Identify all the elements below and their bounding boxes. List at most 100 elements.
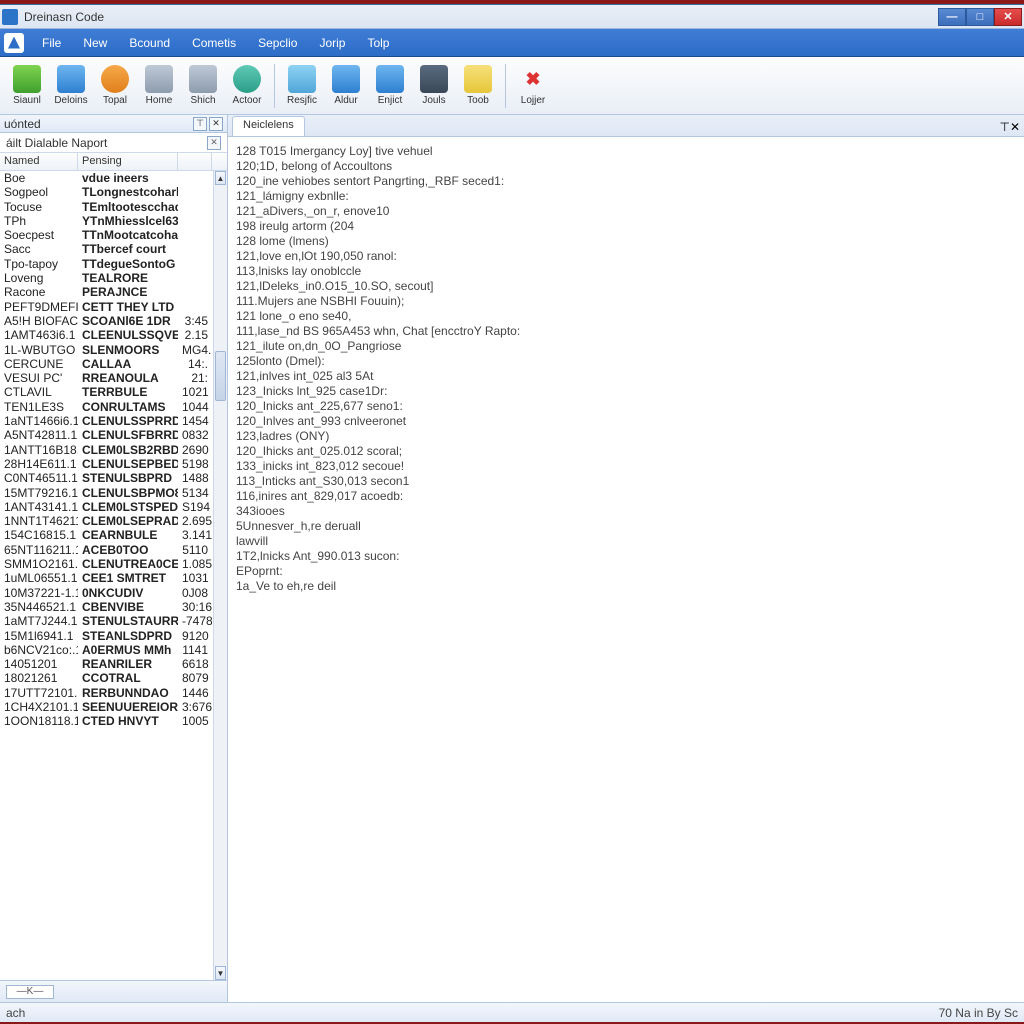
table-row[interactable]: 14051201REANRILER6618 — [0, 657, 213, 671]
tool-aldur[interactable]: Aldur — [325, 60, 367, 112]
tool-aldur-icon — [332, 65, 360, 93]
table-row[interactable]: SMM1O2161.1CLENUTREA0CER1.085 — [0, 557, 213, 571]
scroll-down-icon[interactable]: ▼ — [215, 966, 226, 980]
table-row[interactable]: TEN1LE3SCONRULTAMS1044 — [0, 400, 213, 414]
table-row[interactable]: b6NCV21co:.1A0ERMUS MMh1141 — [0, 643, 213, 657]
tool-siaunl[interactable]: Siaunl — [6, 60, 48, 112]
table-row[interactable]: VESUI PC'RREANOULA21: — [0, 371, 213, 385]
table-row[interactable]: 1L-WBUTGOSLENMOORSMG4. — [0, 343, 213, 357]
table-row[interactable]: 1NNT1T46211.1CLEM0LSEPRAD2.695 — [0, 514, 213, 528]
table-cell: 1021 — [178, 385, 212, 399]
table-row[interactable]: 35N446521.1CBENVIBE30:16 — [0, 600, 213, 614]
tool-actoor-icon — [233, 65, 261, 93]
table-row[interactable]: 1uML06551.1CEE1 SMTRET1031 — [0, 571, 213, 585]
table-cell: CTED HNVYT — [78, 714, 178, 728]
table-row[interactable]: PEFT9DMEFICETT THEY LTD POTES — [0, 300, 213, 314]
tool-resjfic[interactable]: Resjfic — [281, 60, 323, 112]
table-row[interactable]: TocuseTEmltootescchadinD — [0, 200, 213, 214]
table-cell: REANRILER — [78, 657, 178, 671]
bottom-button[interactable]: —K— — [6, 985, 54, 999]
panel-pin-icon[interactable]: ⊤ — [193, 117, 207, 131]
table-row[interactable]: 1ANTT16B18.1CLEM0LSB2RBD2690 — [0, 443, 213, 457]
table-row[interactable]: RaconePERAJNCE — [0, 285, 213, 299]
tool-home[interactable]: Home — [138, 60, 180, 112]
menu-new[interactable]: New — [73, 32, 117, 54]
tool-jouls[interactable]: Jouls — [413, 60, 455, 112]
table-row[interactable]: 10M37221-1.10NKCUDIV0J08 — [0, 586, 213, 600]
tab-pin-icon[interactable]: ⊤ — [999, 120, 1009, 134]
tool-shich-icon — [189, 65, 217, 93]
table-row[interactable]: TPhYTnMhiesslcel63M — [0, 214, 213, 228]
table-row[interactable]: CTLAVILTERRBULE1021 — [0, 385, 213, 399]
table-cell: CLENULSEPBED — [78, 457, 178, 471]
table-row[interactable]: 1CH4X2101.1SEENUUEREIOR3:676 — [0, 700, 213, 714]
tool-topal[interactable]: Topal — [94, 60, 136, 112]
tab-close-icon[interactable]: ✕ — [1010, 120, 1020, 134]
table-row[interactable]: 1ANT43141.1CLEM0LSTSPEDS194 — [0, 500, 213, 514]
table-cell: 1488 — [178, 471, 212, 485]
col-value[interactable] — [178, 153, 212, 170]
window-title: Dreinasn Code — [24, 10, 938, 24]
table-row[interactable]: 1OON18118.1CTED HNVYT1005 — [0, 714, 213, 728]
minimize-button[interactable]: — — [938, 8, 966, 26]
table-row[interactable]: C0NT46511.1STENULSBPRD1488 — [0, 471, 213, 485]
table-cell: 2690 — [178, 443, 212, 457]
table-cell — [178, 185, 212, 199]
tab-neiclelens[interactable]: Neiclelens — [232, 116, 305, 136]
app-icon — [2, 9, 18, 25]
table-cell: CALLAA — [78, 357, 178, 371]
scroll-up-icon[interactable]: ▲ — [215, 171, 226, 185]
table-cell: 1454 — [178, 414, 212, 428]
table-row[interactable]: 1AMT463i6.1CLEENULSSQVEBl2.15 — [0, 328, 213, 342]
code-line: 120_Inlves ant_993 cnlveeronet — [236, 414, 1016, 429]
menu-tolp[interactable]: Tolp — [357, 32, 399, 54]
tool-enjict[interactable]: Enjict — [369, 60, 411, 112]
status-bar: ach 70 Na in By Sc — [0, 1002, 1024, 1022]
table-row[interactable]: A5!H BIOFACSCOANl6E 1DR3:45 — [0, 314, 213, 328]
col-pensing[interactable]: Pensing — [78, 153, 178, 170]
table-row[interactable]: Boevdue ineers — [0, 171, 213, 185]
table-row[interactable]: 1aNT1466i6.1CLENULSSPRRD1454 — [0, 414, 213, 428]
tool-toob[interactable]: Toob — [457, 60, 499, 112]
table-row[interactable]: 154C16815.1CEARNBULE3.141 — [0, 528, 213, 542]
maximize-button[interactable]: □ — [966, 8, 994, 26]
tool-deloins[interactable]: Deloins — [50, 60, 92, 112]
table-cell: 6618 — [178, 657, 212, 671]
table-row[interactable]: SogpeolTLongnestcoharlaND — [0, 185, 213, 199]
code-editor[interactable]: 128 T015 Imergancy Loy] tive vehuel120;1… — [228, 137, 1024, 1002]
menu-cometis[interactable]: Cometis — [182, 32, 246, 54]
tool-shich[interactable]: Shich — [182, 60, 224, 112]
table-row[interactable]: SoecpestTTnMootcatcohadieMl — [0, 228, 213, 242]
tool-toob-icon — [464, 65, 492, 93]
tool-lojjer[interactable]: ✖Lojjer — [512, 60, 554, 112]
table-cell: VESUI PC' — [0, 371, 78, 385]
panel-close-icon[interactable]: ✕ — [209, 117, 223, 131]
app-menu-icon[interactable] — [4, 33, 24, 53]
table-row[interactable]: Tpo-tapoyTTdegueSontoG — [0, 257, 213, 271]
table-body[interactable]: Boevdue ineersSogpeolTLongnestcoharlaNDT… — [0, 171, 213, 980]
menu-jorip[interactable]: Jorip — [309, 32, 355, 54]
menu-sepclio[interactable]: Sepclio — [248, 32, 307, 54]
tool-toob-label: Toob — [467, 95, 489, 106]
table-row[interactable]: 15M1l6941.1STEANLSDPRD9120 — [0, 629, 213, 643]
table-row[interactable]: CERCUNECALLAA14:. — [0, 357, 213, 371]
table-row[interactable]: 1aMT7J244.1STENULSTAURR-7478 — [0, 614, 213, 628]
table-row[interactable]: 28H14E611.1CLENULSEPBED5198 — [0, 457, 213, 471]
table-cell: 0832 — [178, 428, 212, 442]
scroll-thumb[interactable] — [215, 351, 226, 401]
table-row[interactable]: 17UTT72101.1RERBUNNDAO1446 — [0, 686, 213, 700]
menu-file[interactable]: File — [32, 32, 71, 54]
table-cell: SMM1O2161.1 — [0, 557, 78, 571]
table-row[interactable]: LovengTEALRORE — [0, 271, 213, 285]
col-named[interactable]: Named — [0, 153, 78, 170]
close-button[interactable]: ✕ — [994, 8, 1022, 26]
table-row[interactable]: A5NT42811.1CLENULSFBRRD0832 — [0, 428, 213, 442]
sub-panel-close-icon[interactable]: ✕ — [207, 136, 221, 150]
menu-bcound[interactable]: Bcound — [119, 32, 180, 54]
table-row[interactable]: SaccTTbercef court — [0, 242, 213, 256]
tool-actoor[interactable]: Actoor — [226, 60, 268, 112]
table-row[interactable]: 18021261CCOTRAL8079 — [0, 671, 213, 685]
table-row[interactable]: 15MT79216.1CLENULSBPMO85134 — [0, 486, 213, 500]
vertical-scrollbar[interactable]: ▲ ▼ — [213, 171, 227, 980]
table-row[interactable]: 65NT116211.1ACEB0TOO5110 — [0, 543, 213, 557]
